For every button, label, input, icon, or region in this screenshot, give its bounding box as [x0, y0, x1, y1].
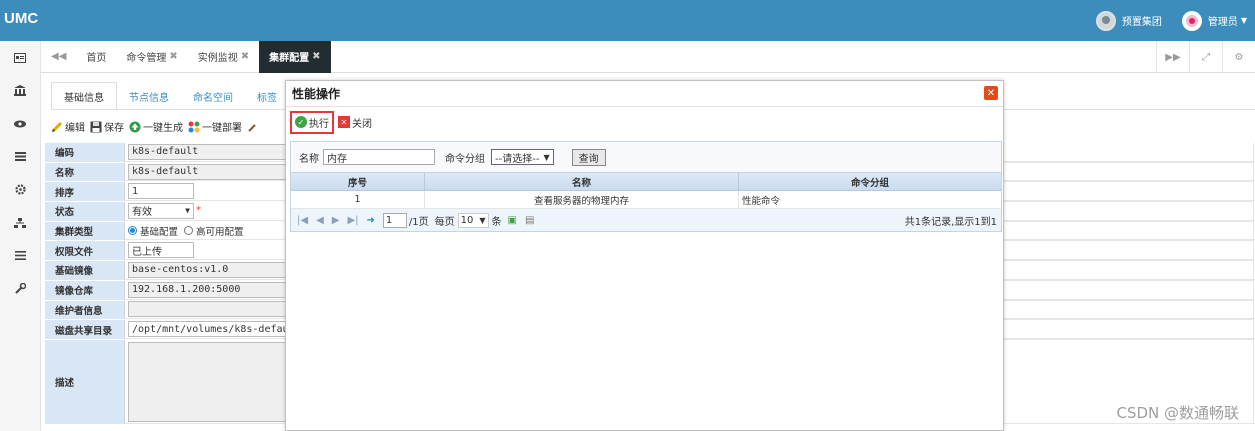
per-page-select[interactable]: 10 ▼: [457, 212, 489, 228]
gear-icon[interactable]: [0, 173, 40, 206]
eye-icon[interactable]: [0, 107, 40, 140]
subtab-node-info[interactable]: 节点信息: [117, 82, 181, 110]
tab-home[interactable]: 首页: [76, 41, 116, 73]
bank-icon[interactable]: [0, 74, 40, 107]
settings-gear-icon[interactable]: ⚙: [1222, 41, 1255, 73]
per-page-unit: 条: [491, 216, 502, 228]
page-number-input[interactable]: 1: [382, 212, 407, 228]
close-icon[interactable]: ✕: [984, 86, 998, 100]
dialog-close-button[interactable]: ✕ 关闭: [338, 115, 372, 130]
floppy-icon: [90, 121, 102, 132]
next-page-icon[interactable]: ▶: [332, 215, 340, 226]
pager-summary: 共1条记录,显示1到1: [904, 216, 997, 228]
description-textarea[interactable]: [128, 341, 288, 422]
cell-index: 1: [291, 191, 425, 208]
pagination-bar: |◀ ◀ ▶ ▶| ➜ 1 /1页 每页 10 ▼ 条 ▣ ▤ 共1条记录,显示1…: [291, 209, 1001, 231]
prev-page-icon[interactable]: ◀: [316, 215, 324, 226]
radio-ha-config[interactable]: 高可用配置: [184, 224, 244, 238]
cell-group: 性能命令: [742, 195, 781, 207]
subtab-labels[interactable]: 标签: [245, 82, 289, 110]
close-icon[interactable]: ✖: [241, 51, 249, 62]
command-grid-panel: 名称 内存 命令分组 --请选择-- ▼ 查询 序号 名称 命令分组 1 查看服务…: [290, 141, 1002, 232]
watermark: CSDN @数通畅联: [1116, 404, 1239, 422]
required-mark: *: [196, 205, 201, 217]
subtab-namespace[interactable]: 命名空间: [181, 82, 245, 110]
deploy-blocks-icon: [188, 121, 200, 132]
column-header-name[interactable]: 名称: [425, 173, 739, 190]
dialog-toolbar: ✓ 执行 ✕ 关闭: [286, 107, 1003, 137]
tabbar-tools: ▶▶ ⤢ ⚙: [1156, 41, 1255, 73]
check-circle-icon: ✓: [295, 116, 307, 128]
form-toolbar: 编辑 保存 一键生成 一键部署: [51, 119, 266, 134]
save-button[interactable]: 保存: [90, 119, 124, 134]
dialog-title: 性能操作: [286, 81, 1003, 107]
form-background-cells: [1004, 143, 1254, 424]
fullscreen-icon[interactable]: ⤢: [1189, 41, 1222, 73]
sidebar: [0, 41, 41, 431]
go-page-icon[interactable]: ➜: [367, 215, 375, 226]
column-header-index[interactable]: 序号: [291, 173, 425, 190]
tab-scroll-right-icon[interactable]: ▶▶: [1156, 41, 1189, 73]
close-icon[interactable]: ✖: [169, 51, 177, 62]
user-avatar-icon[interactable]: [1181, 10, 1202, 31]
total-pages-label: /1页: [408, 216, 429, 228]
one-click-deploy-button[interactable]: 一键部署: [188, 119, 242, 134]
user-label[interactable]: 管理员: [1208, 13, 1238, 28]
performance-operation-dialog: 性能操作 ✕ ✓ 执行 ✕ 关闭 名称 内存 命令分组 --请选择-- ▼ 查询 …: [285, 80, 1004, 431]
app-logo[interactable]: UMC: [4, 10, 38, 27]
cluster-label[interactable]: 预置集团: [1122, 13, 1162, 28]
name-search-input[interactable]: 内存: [323, 149, 435, 165]
grid-header: 序号 名称 命令分组: [291, 173, 1001, 191]
detail-subtabs: 基础信息 节点信息 命名空间 标签: [51, 82, 289, 110]
first-page-icon[interactable]: |◀: [297, 215, 308, 226]
close-box-icon: ✕: [338, 116, 350, 128]
radio-basic-config[interactable]: 基础配置: [128, 224, 178, 238]
cluster-avatar-icon[interactable]: [1095, 10, 1116, 31]
sitemap-icon[interactable]: [0, 206, 40, 239]
edit-button[interactable]: 编辑: [51, 119, 85, 134]
search-bar: 名称 内存 命令分组 --请选择-- ▼ 查询: [291, 142, 1001, 173]
export-excel-icon[interactable]: ▣: [508, 215, 517, 226]
subtab-basic-info[interactable]: 基础信息: [51, 82, 117, 110]
name-field[interactable]: k8s-default: [128, 163, 288, 180]
wrench-tool-icon[interactable]: [247, 121, 261, 133]
export-doc-icon[interactable]: ▤: [525, 215, 534, 226]
bars-icon[interactable]: [0, 239, 40, 272]
pencil-icon: [51, 121, 63, 132]
permission-file-field[interactable]: 已上传: [128, 242, 194, 259]
query-button[interactable]: 查询: [571, 148, 606, 166]
status-select[interactable]: 有效 ▼: [128, 202, 194, 219]
close-icon[interactable]: ✖: [312, 51, 320, 62]
column-header-group[interactable]: 命令分组: [739, 173, 1001, 190]
cell-name: 查看服务器的物理内存: [425, 191, 739, 208]
wrench-icon[interactable]: [0, 272, 40, 305]
header-right: 预置集团 管理员 ▼: [1095, 0, 1255, 41]
image-repo-field[interactable]: 192.168.1.200:5000: [128, 281, 288, 298]
table-row[interactable]: 1 查看服务器的物理内存 性能命令: [291, 191, 1001, 209]
tab-cluster-config[interactable]: 集群配置 ✖: [259, 40, 331, 73]
up-arrow-circle-icon: [129, 121, 141, 132]
list-icon[interactable]: [0, 140, 40, 173]
maintainer-field[interactable]: [128, 301, 288, 318]
tab-instance-monitor[interactable]: 实例监视 ✖: [188, 41, 259, 73]
id-card-icon[interactable]: [0, 41, 40, 74]
chevron-down-icon[interactable]: ▼: [1241, 16, 1247, 25]
shared-dir-field[interactable]: /opt/mnt/volumes/k8s-default/: [128, 321, 288, 338]
page-tab-bar: ◀◀ 首页 命令管理 ✖ 实例监视 ✖ 集群配置 ✖ ▶▶ ⤢ ⚙: [41, 40, 1255, 73]
base-image-field[interactable]: base-centos:v1.0: [128, 261, 288, 278]
execute-button[interactable]: ✓ 执行: [290, 110, 334, 134]
order-field[interactable]: 1: [128, 183, 194, 200]
one-click-generate-button[interactable]: 一键生成: [129, 119, 183, 134]
per-page-label: 每页: [434, 216, 455, 228]
tab-command-management[interactable]: 命令管理 ✖: [116, 41, 187, 73]
last-page-icon[interactable]: ▶|: [347, 215, 358, 226]
top-navbar: UMC 预置集团 管理员 ▼: [0, 0, 1255, 41]
command-group-select[interactable]: --请选择-- ▼: [491, 149, 554, 165]
code-field[interactable]: k8s-default: [128, 143, 288, 160]
tab-scroll-left-icon[interactable]: ◀◀: [41, 41, 76, 73]
